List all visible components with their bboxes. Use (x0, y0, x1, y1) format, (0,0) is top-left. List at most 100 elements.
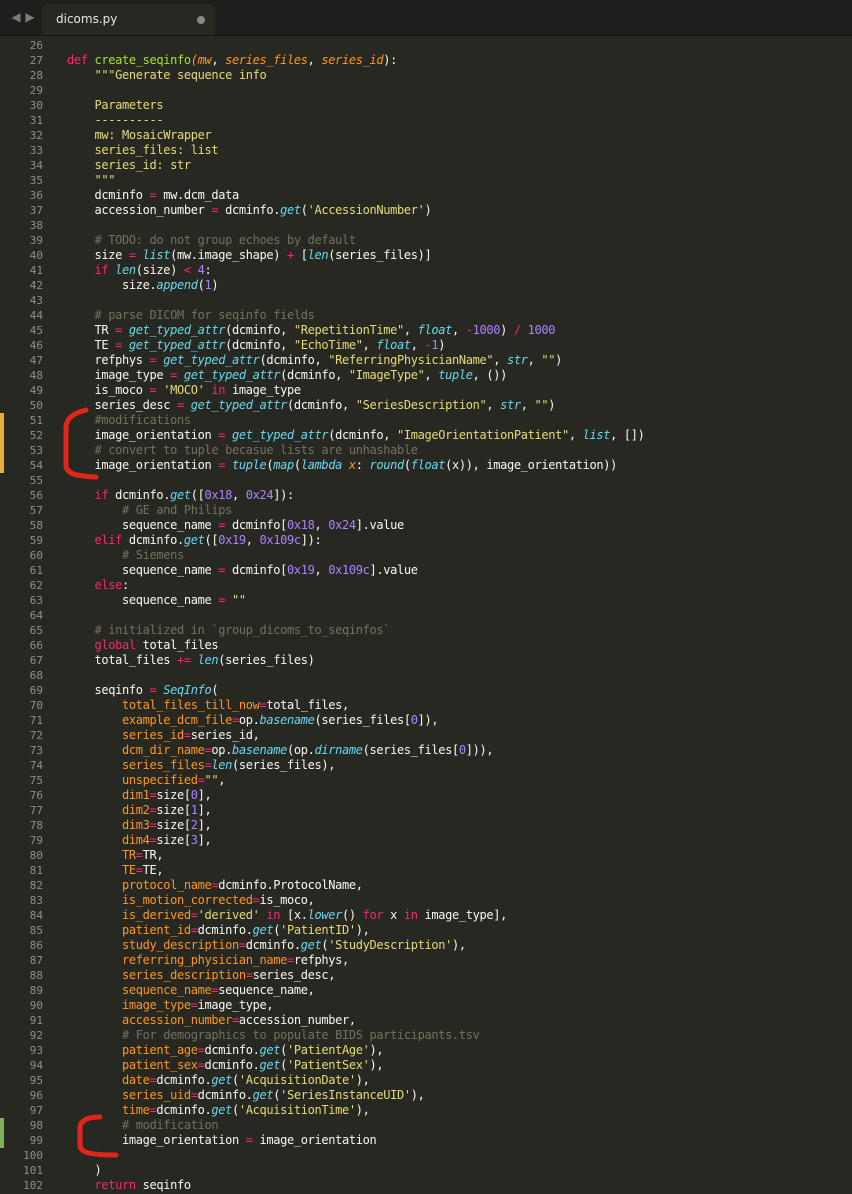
code-line[interactable]: 53 # convert to tuple becasue lists are … (0, 443, 852, 458)
code-line[interactable]: 39 # TODO: do not group echoes by defaul… (0, 233, 852, 248)
code-line[interactable]: 28 """Generate sequence info (0, 68, 852, 83)
code-line[interactable]: 78 dim3=size[2], (0, 818, 852, 833)
code-line[interactable]: 73 dcm_dir_name=op.basename(op.dirname(s… (0, 743, 852, 758)
code-line[interactable]: 42 size.append(1) (0, 278, 852, 293)
code-line[interactable]: 50 series_desc = get_typed_attr(dcminfo,… (0, 398, 852, 413)
code-line[interactable]: 101 ) (0, 1163, 852, 1178)
code-line[interactable]: 29 (0, 83, 852, 98)
line-number: 75 (29, 774, 43, 787)
code-line[interactable]: 37 accession_number = dcminfo.get('Acces… (0, 203, 852, 218)
code-token: if (67, 263, 116, 277)
line-number: 58 (29, 519, 43, 532)
code-token: get_typed_attr (183, 368, 281, 382)
unsaved-dot-icon[interactable] (197, 16, 205, 24)
code-line[interactable]: 44 # parse DICOM for seqinfo fields (0, 308, 852, 323)
code-line[interactable]: 36 dcminfo = mw.dcm_data (0, 188, 852, 203)
code-line[interactable]: 89 sequence_name=sequence_name, (0, 983, 852, 998)
code-line[interactable]: 79 dim4=size[3], (0, 833, 852, 848)
code-line[interactable]: 31 ---------- (0, 113, 852, 128)
tab-dicoms-py[interactable]: dicoms.py (42, 4, 215, 35)
code-line[interactable]: 45 TR = get_typed_attr(dcminfo, "Repetit… (0, 323, 852, 338)
code-line[interactable]: 30 Parameters (0, 98, 852, 113)
code-line[interactable]: 94 patient_sex=dcminfo.get('PatientSex')… (0, 1058, 852, 1073)
code-text: def create_seqinfo(mw, series_files, ser… (67, 53, 397, 68)
code-line[interactable]: 32 mw: MosaicWrapper (0, 128, 852, 143)
code-line[interactable]: 58 sequence_name = dcminfo[0x18, 0x24].v… (0, 518, 852, 533)
code-line[interactable]: 93 patient_age=dcminfo.get('PatientAge')… (0, 1043, 852, 1058)
code-token: image_type (225, 383, 301, 397)
code-line[interactable]: 54 image_orientation = tuple(map(lambda … (0, 458, 852, 473)
code-line[interactable]: 33 series_files: list (0, 143, 852, 158)
code-line[interactable]: 47 refphys = get_typed_attr(dcminfo, "Re… (0, 353, 852, 368)
code-line[interactable]: 70 total_files_till_now=total_files, (0, 698, 852, 713)
tab-title: dicoms.py (56, 12, 118, 26)
code-line[interactable]: 68 (0, 668, 852, 683)
code-line[interactable]: 64 (0, 608, 852, 623)
code-line[interactable]: 63 sequence_name = "" (0, 593, 852, 608)
code-line[interactable]: 59 elif dcminfo.get([0x19, 0x109c]): (0, 533, 852, 548)
code-line[interactable]: 95 date=dcminfo.get('AcquisitionDate'), (0, 1073, 852, 1088)
code-token: op. (238, 713, 260, 727)
code-line[interactable]: 100 (0, 1148, 852, 1163)
code-line[interactable]: 96 series_uid=dcminfo.get('SeriesInstanc… (0, 1088, 852, 1103)
code-line[interactable]: 40 size = list(mw.image_shape) + [len(se… (0, 248, 852, 263)
code-line[interactable]: 75 unspecified="", (0, 773, 852, 788)
forward-icon[interactable]: ▶ (24, 9, 36, 25)
code-line[interactable]: 91 accession_number=accession_number, (0, 1013, 852, 1028)
code-line[interactable]: 102 return seqinfo (0, 1178, 852, 1193)
code-line[interactable]: 90 image_type=image_type, (0, 998, 852, 1013)
code-line[interactable]: 80 TR=TR, (0, 848, 852, 863)
code-line[interactable]: 26 (0, 38, 852, 53)
code-editor[interactable]: 26 27 def create_seqinfo(mw, series_files,… (0, 36, 852, 1194)
code-line[interactable]: 60 # Siemens (0, 548, 852, 563)
code-text: #modifications (67, 413, 191, 428)
code-line[interactable]: 46 TE = get_typed_attr(dcminfo, "EchoTim… (0, 338, 852, 353)
code-line[interactable]: 51 #modifications (0, 413, 852, 428)
line-number: 87 (29, 954, 43, 967)
code-line[interactable]: 52 image_orientation = get_typed_attr(dc… (0, 428, 852, 443)
tab-bar: ◀ ▶ dicoms.py (0, 0, 852, 36)
code-line[interactable]: 43 (0, 293, 852, 308)
code-token: for (362, 908, 384, 922)
code-line[interactable]: 92 # For demographics to populate BIDS p… (0, 1028, 852, 1043)
code-line[interactable]: 83 is_motion_corrected=is_moco, (0, 893, 852, 908)
code-line[interactable]: 97 time=dcminfo.get('AcquisitionTime'), (0, 1103, 852, 1118)
code-line[interactable]: 38 (0, 218, 852, 233)
line-number: 54 (29, 459, 43, 472)
code-token: op. (211, 743, 232, 757)
code-line[interactable]: 35 """ (0, 173, 852, 188)
code-line[interactable]: 81 TE=TE, (0, 863, 852, 878)
code-line[interactable]: 56 if dcminfo.get([0x18, 0x24]): (0, 488, 852, 503)
code-token: series_id, (190, 728, 260, 742)
code-line[interactable]: 57 # GE and Philips (0, 503, 852, 518)
code-line[interactable]: 71 example_dcm_file=op.basename(series_f… (0, 713, 852, 728)
code-line[interactable]: 77 dim2=size[1], (0, 803, 852, 818)
code-line[interactable]: 67 total_files += len(series_files) (0, 653, 852, 668)
code-line[interactable]: 62 else: (0, 578, 852, 593)
code-line[interactable]: 48 image_type = get_typed_attr(dcminfo, … (0, 368, 852, 383)
code-line[interactable]: 41 if len(size) < 4: (0, 263, 852, 278)
code-line[interactable]: 72 series_id=series_id, (0, 728, 852, 743)
code-line[interactable]: 84 is_derived='derived' in [x.lower() fo… (0, 908, 852, 923)
code-line[interactable]: 99 image_orientation = image_orientation (0, 1133, 852, 1148)
code-line[interactable]: 88 series_description=series_desc, (0, 968, 852, 983)
back-icon[interactable]: ◀ (10, 9, 22, 25)
code-line[interactable]: 69 seqinfo = SeqInfo( (0, 683, 852, 698)
code-line[interactable]: 34 series_id: str (0, 158, 852, 173)
code-line[interactable]: 87 referring_physician_name=refphys, (0, 953, 852, 968)
code-line[interactable]: 86 study_description=dcminfo.get('StudyD… (0, 938, 852, 953)
code-token: size (67, 248, 129, 262)
code-line[interactable]: 85 patient_id=dcminfo.get('PatientID'), (0, 923, 852, 938)
code-line[interactable]: 98 # modification (0, 1118, 852, 1133)
code-line[interactable]: 82 protocol_name=dcminfo.ProtocolName, (0, 878, 852, 893)
code-line[interactable]: 49 is_moco = 'MOCO' in image_type (0, 383, 852, 398)
code-line[interactable]: 61 sequence_name = dcminfo[0x19, 0x109c]… (0, 563, 852, 578)
code-line[interactable]: 55 (0, 473, 852, 488)
code-line[interactable]: 27 def create_seqinfo(mw, series_files, s… (0, 53, 852, 68)
code-line[interactable]: 65 # initialized in `group_dicoms_to_seq… (0, 623, 852, 638)
code-line[interactable]: 74 series_files=len(series_files), (0, 758, 852, 773)
code-line[interactable]: 76 dim1=size[0], (0, 788, 852, 803)
code-line[interactable]: 66 global total_files (0, 638, 852, 653)
